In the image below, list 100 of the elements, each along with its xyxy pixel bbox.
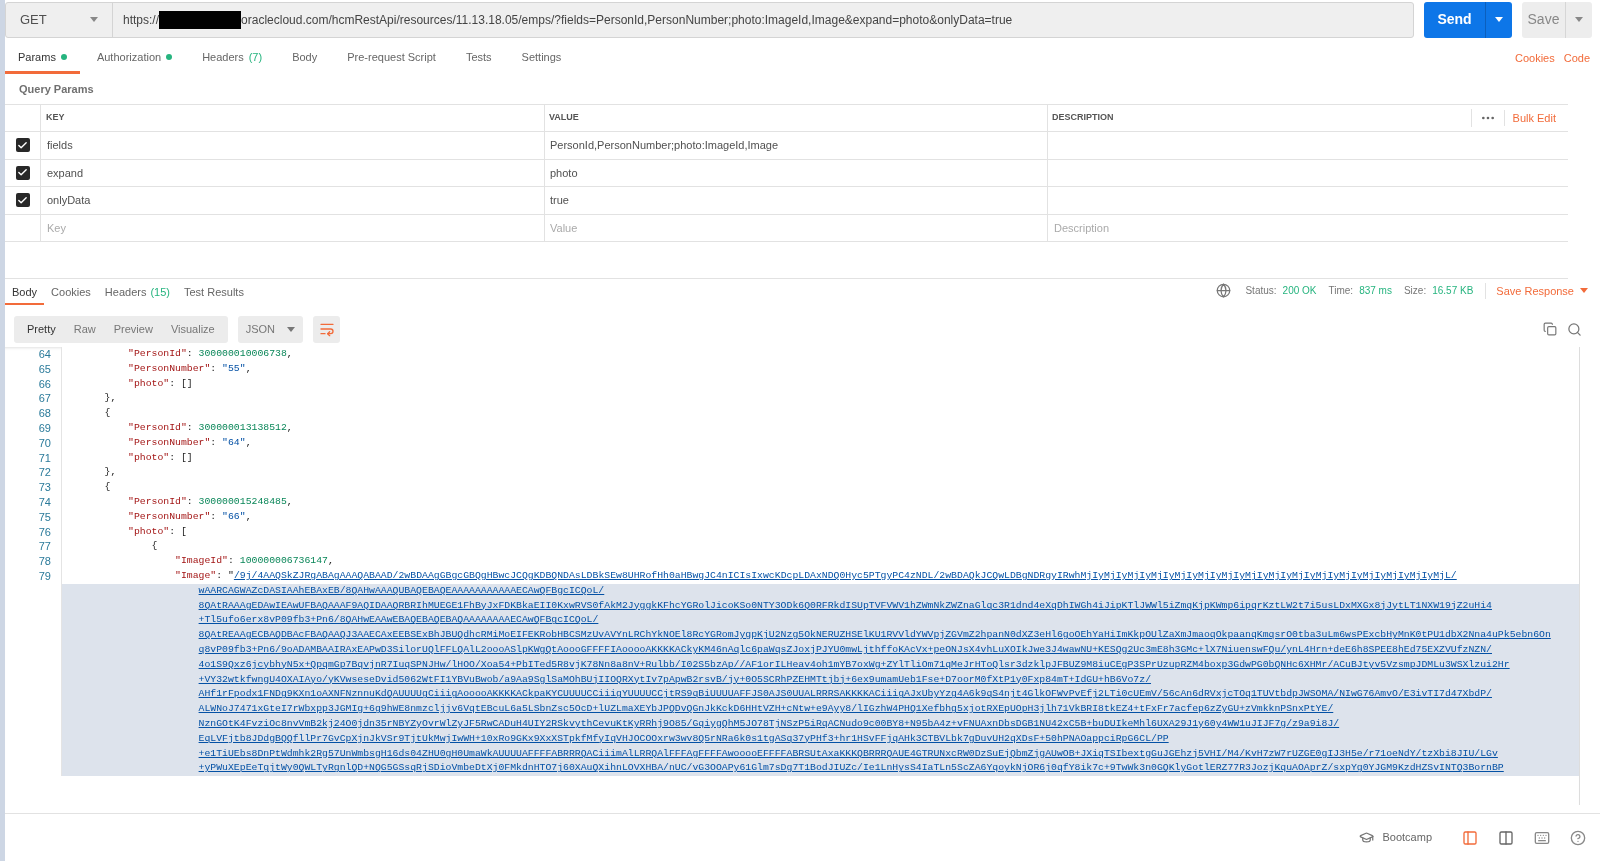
code-line: { — [104, 480, 111, 495]
line-number: 65 — [38, 362, 51, 375]
key-input[interactable]: Key — [41, 214, 544, 241]
code-line: wAARCAGWAZcDASIAAhEBAxEB/8QAHwAAAQUBAQEBAQEAAAAAAAAAAAECAwQFBgcICQoL/ — [198, 583, 605, 598]
save-response-button[interactable]: Save Response — [1485, 282, 1588, 299]
size-label: Size: — [1403, 284, 1427, 299]
request-tab[interactable]: Params — [5, 48, 80, 74]
code-line: +Tl5ufo6erx8vP09fb3+Pn6/8QAHwEAAwEBAQEBAQEBAQAAAAAAAAECAwQFBgcICQoL/ — [198, 613, 599, 628]
code-line: +VY32wtkfwngU4OXAIAyo/yKVwseseDvid5062WtFI1YBVuBwob/a9Aa9SglSaMOhBUjIIOQRXytIv7pApwB2rsvB/jy+0O5SCRhPZEHMTtjbj+6ex9umamUeb1Fse+D7oorM0fXtP1y0Fxp84mT+IdGU+hB6Vo7z/ — [198, 672, 1151, 687]
globe-icon[interactable] — [1216, 283, 1232, 299]
checkbox[interactable] — [15, 193, 30, 208]
keyboard-icon[interactable] — [1534, 829, 1550, 846]
code-line: "PersonNumber": "55", — [128, 361, 252, 376]
table-cell-text: onlyData — [47, 193, 91, 208]
column-header: VALUE — [549, 111, 579, 125]
response-tab[interactable]: Test Results — [176, 283, 251, 305]
line-number: 72 — [38, 466, 51, 479]
header-link[interactable]: Cookies — [1514, 49, 1555, 66]
code-line: q8vP09fb3+Pn6/9oADAMBAAIRAxEAPwD3SilorUQlFFLQAlL2oooASlpKWgQtAoooGFFFFIAooooAKKKKACkyKM46nAqlc6paWqsZJoxjPJYU0mwLjthffoKAcVx+peONJsX4vhLuXOIkJwe3J4wawNU+KESQg2Uc3mE8h3GMc+lX7NiuenswFQu/ynL4Hrn+deE6h8SPEE8hEd75EXZVUfzNZN/ — [198, 642, 1492, 657]
table-cell-text: fields — [47, 138, 73, 153]
code-line: { — [151, 539, 158, 554]
format-dropdown[interactable]: JSON — [237, 315, 304, 343]
wrap-lines-button[interactable] — [313, 315, 341, 343]
code-line: "PersonId": 300000010006738, — [128, 347, 293, 361]
code-line: "PersonNumber": "64", — [128, 435, 252, 450]
single-pane-icon[interactable] — [1462, 829, 1478, 846]
time-label: Time: — [1328, 284, 1354, 299]
line-number: 79 — [38, 569, 51, 582]
graduation-cap-icon — [1359, 830, 1375, 845]
view-mode-tab[interactable]: Visualize — [161, 320, 224, 338]
code-line: ALWNoJ7471xGteI7rWbxpp3JGMIg+6g9hWE8nmzcljjv6VqtEBcuL6a5LSbnZsc5OcD+lUZLmaXEYbJPQDvQGnJkKckD6HHtVZH+cNtw+e9Ayy8/lIGzhW4PHQ1Xefbhg5xjotRXEpUOpH3jlh71VkBRI8tkEZ4+tFxFr7acfep6zZyGU+zVmkknPSnxPtYE/ — [198, 702, 1334, 717]
view-mode-tab[interactable]: Raw — [64, 320, 105, 338]
line-number: 73 — [38, 481, 51, 494]
table-cell-text: photo — [550, 165, 578, 181]
checkbox[interactable] — [15, 165, 30, 180]
code-line: 8QAtREAAgECBAQDBAcFBAQAAQJ3AAECAxEEBSExBhJBUQdhcRMiMoEIFEKRobHBCSMzUvAVYnLRChYkNOEl8RcYGRomJygpKjU2Nzg5OkNERUZHSElKU1RVVldYWVpjZGVmZ2hpanN0dXZ3eHl6goOEhYaHiImKkpOUlZaXmJmaoqOkpaanqKmqsrO0tba3uLm6wsPExcbHyMnK0tPU1dbX2Nna4uPk5ebn6On — [198, 628, 1551, 643]
line-number: 64 — [38, 348, 51, 360]
response-tab[interactable]: Headers (15) — [97, 283, 177, 305]
code-line: "photo": [] — [128, 450, 193, 465]
table-cell-text: expand — [47, 165, 84, 181]
size-value: 16.57 KB — [1432, 284, 1474, 299]
response-tab[interactable]: Body — [5, 283, 45, 305]
line-number: 70 — [38, 436, 51, 449]
code-line: EqLVFjtb8JDdgBQQfllPr7GvCpXjnJkVSr9TjtUkMwjIwWH+10xRo9GKx9XxXSTpkfMfyIqVHJOCOOxrw3wv8Q5rNRa6k0s1tgASq37yPHf3+hr1HSvFFjqAHk3CTBVLbk7gDuvUH2qXDsF+50hPNAOappciRpG6CL/PP — [198, 731, 1169, 746]
request-tab[interactable]: Authorization — [83, 48, 186, 74]
status-label: Status: — [1245, 284, 1277, 299]
line-number: 67 — [38, 392, 51, 405]
line-number: 66 — [38, 377, 51, 390]
code-line: "photo": [ — [128, 524, 187, 539]
caret-icon — [1575, 17, 1583, 22]
checkbox[interactable] — [15, 138, 30, 153]
line-number: 69 — [38, 422, 51, 434]
code-line: "ImageId": 100000006736147, — [175, 554, 334, 569]
line-number: 78 — [38, 555, 51, 568]
bootcamp-button[interactable]: Bootcamp — [1359, 829, 1432, 846]
line-number: 71 — [38, 451, 51, 464]
help-icon[interactable] — [1570, 829, 1586, 846]
column-header: DESCRIPTION — [1052, 111, 1115, 125]
status-value: 200 OK — [1282, 284, 1317, 299]
copy-icon[interactable] — [1543, 322, 1557, 336]
bulk-edit-link[interactable]: Bulk Edit — [1503, 109, 1564, 127]
table-cell-text: true — [550, 193, 569, 208]
caret-icon — [1580, 288, 1588, 294]
time-value: 837 ms — [1359, 284, 1392, 299]
code-line: +yPWuXEpEeTgjtWy0QWLTyRgnlQD+NQG5GSsqRjSDioVmbeDtXj0FMkdnHTO7j60XAuQXihnLOVXHBA/nUC/vG3OOAPy61Glm7sDg7T1BodJIUZc/Ie1LnHysS4IaTLn5ScZA6YqoykNjOR6j0qfY8ik7c+9TwWk3n0GQKlyGotlERZ77R3JozjKquAOAprZ/sxpYg0YJGM9KzdHZSvINTQ3BornBP — [198, 761, 1504, 776]
code-line: "PersonId": 300000015248485, — [128, 494, 293, 509]
caret-icon — [287, 326, 296, 332]
column-header: KEY — [46, 111, 65, 125]
line-number: 68 — [38, 407, 51, 420]
code-line: 4o1S9Qxz6jcybhyN5x+QpqmGp7BqvjnR7IuqSPNJHw/lHOO/Xoa54+PbITed5R8vjK78Nn8a8nV+Rulbb/I02S5bzAp//AF1orILHeav4oh1mYB7oxWg+ZYlTliOm71qMeJrHToQlsr3dzklpJFBUZ9M8iuCEgP3SPrUzupRZM4boxp3GdwPG0bQNHc6XHMr/ACuBJtyv5VzsmpJDMLu3WSXlzui2Hr — [198, 657, 1510, 672]
caret-icon — [1495, 17, 1503, 22]
code-line: { — [104, 406, 111, 421]
request-tab[interactable]: Tests — [452, 48, 505, 74]
two-pane-icon[interactable] — [1498, 829, 1514, 846]
value-input[interactable]: Value — [545, 214, 1047, 241]
code-line: 8QAtRAAAgEDAwIEAwUFBAQAAAF9AQIDAAQRBRIhMUEGE1FhByJxFDKBkaEII0KxwRVS0fAkM2JyggkKFhcYGRolJicoKSo0NTY3ODk6Q0RFRkdISUpTVFVWV1hZWmNkZWZnaGlqc3R1dnd4eXqDhIWGh4iJipKTlJWWl5iZmqKjpKWmp6ipqrKztLW2t7i5usLDxMXGx8jJytLT1NXW19jZ2uHi4 — [198, 598, 1492, 613]
code-line: "photo": [] — [128, 376, 193, 391]
request-tab[interactable]: Settings — [508, 48, 575, 74]
section-title: Query Params — [19, 81, 94, 97]
view-mode-tab[interactable]: Preview — [104, 320, 162, 338]
code-line: "PersonId": 300000013138512, — [128, 421, 293, 435]
code-line: "Image": "/9j/4AAQSkZJRgABAgAAAQABAAD/2wBDAAgGBgcGBQgHBwcJCQgKDBQNDAsLDBkSEw8UHRofHh0aHBwgJC4nICIsIxwcKDcpLDAxNDQ0Hyc5PTgyPC4zNDL/2wBDAQkJCQwLDBgNDRgyIRwhMjIyMjIyMjIyMjIyMjIyMjIyMjIyMjIyMjIyMjIyMjIyMjIyMjIyMjIyMjIyMjL/ — [175, 568, 1457, 583]
request-tab[interactable]: Body — [279, 48, 331, 74]
table-cell-text: PersonId,PersonNumber;photo:ImageId,Image — [550, 138, 779, 153]
line-number: 75 — [38, 510, 51, 523]
code-line: }, — [104, 391, 117, 406]
request-tab[interactable]: Pre-request Script — [334, 48, 449, 74]
line-number: 74 — [38, 495, 51, 508]
code-line: NznGOtK4FvziOc8nvVmB2kj24O0jdn35rNBYZyOvrWlZyJF5RwCADuH4UIY2RSkvythCevuKtKyRRhj9O85/GqiygQhM5JO78TjNSzP5iRqACNudo9c00BY8+N95bA4z+vFNUAxnDbsDGB1NU42xC5B+buDUIkeMhl6UXA29J1y60y4WW1uJIJF7g/z9a9i8J/ — [198, 716, 1340, 731]
response-tab[interactable]: Cookies — [44, 283, 98, 305]
request-tab[interactable]: Headers (7) — [189, 48, 276, 74]
view-mode-tab[interactable]: Pretty — [18, 320, 65, 338]
search-icon[interactable] — [1567, 321, 1582, 337]
code-line: AHf1rFpodx1FNDg9KXn1oAXNFNznnuKdQAUUUUgCiiigAooooAKKKKACkpaKYCUUUUCCiiigYUUUUCCjtRS9qBiUUUUAFFJS0AJS0UUALRRRSAKKKKACiiigAJxUbyYzg4A6k9qS4njt4GlkOFWvPvEfj2LTi0cUEmV/56cAn6dRVxjcTOq1TUVtbdpJWSOMA/NIwG76AmvO/E3ivTI7d47XbdP/ — [198, 687, 1492, 702]
header-link[interactable]: Code — [1563, 49, 1590, 66]
code-line: "PersonNumber": "66", — [128, 509, 252, 524]
code-line: }, — [104, 465, 117, 480]
line-number: 77 — [38, 540, 51, 553]
description-input[interactable]: Description — [1048, 214, 1568, 241]
line-number: 76 — [38, 525, 51, 538]
